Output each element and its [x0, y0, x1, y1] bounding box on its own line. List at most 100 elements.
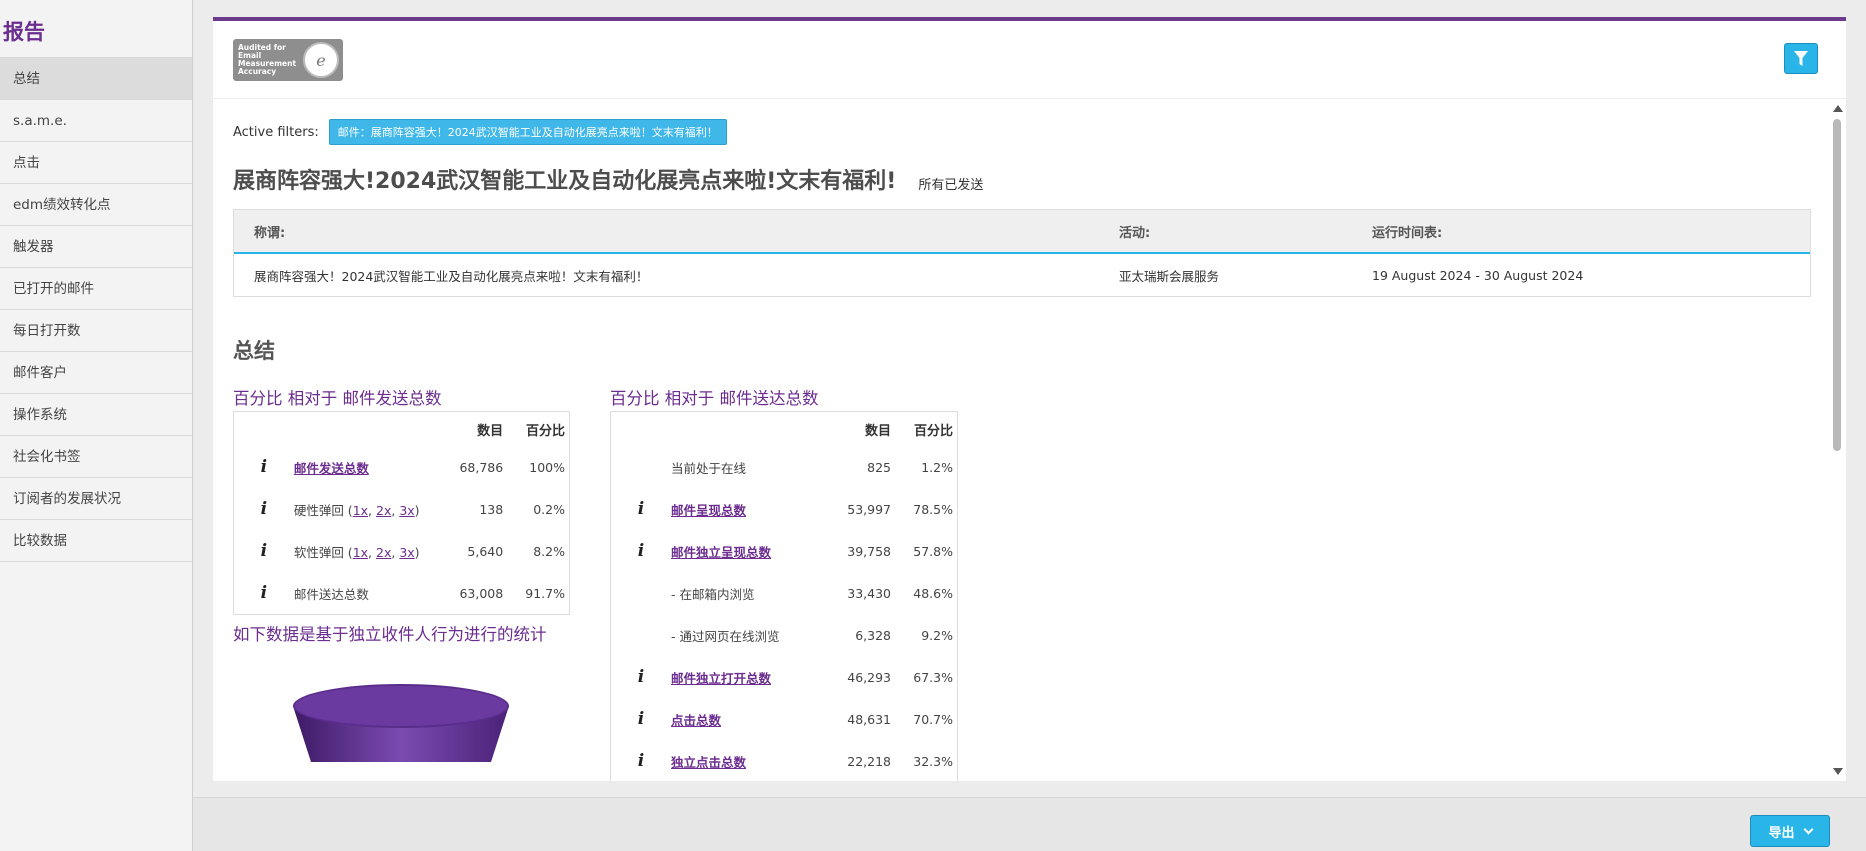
- sidebar-item[interactable]: edm绩效转化点: [0, 184, 192, 226]
- stats-count: 39,758: [847, 543, 891, 559]
- info-icon[interactable]: i: [234, 499, 294, 519]
- vertical-scrollbar[interactable]: [1832, 105, 1843, 781]
- stats-count: 63,008: [459, 585, 504, 601]
- delivered-stats: 百分比 相对于 邮件送达总数 数目 百分比 当前处于在线 825 1.2% i 邮件呈现总数…: [610, 385, 958, 781]
- filter-button[interactable]: [1784, 43, 1818, 74]
- scroll-thumb[interactable]: [1833, 119, 1841, 451]
- header-schedule: 运行时间表:: [1372, 225, 1443, 241]
- header-subject: 称谓:: [254, 225, 286, 241]
- stats-label-link[interactable]: 点击总数: [671, 713, 721, 728]
- campaign-info-table: 称谓: 活动: 运行时间表: 展商阵容强大！2024武汉智能工业及自动化展亮点来…: [233, 209, 1811, 297]
- bounce-multiplier-link[interactable]: 3x: [399, 545, 414, 560]
- sidebar-item[interactable]: 已打开的邮件: [0, 268, 192, 310]
- sidebar-nav: 总结 s.a.m.e. 点击 edm绩效转化点 触发器 已打开的邮件 每日打开数 邮件客户 操作…: [0, 58, 192, 562]
- stats-percent: 1.2%: [921, 459, 953, 475]
- stats-header-row: 数目 百分比: [234, 412, 569, 446]
- stats-percent: 0.2%: [533, 501, 565, 517]
- stats-label: - 通过网页在线浏览: [671, 628, 780, 644]
- stats-label: 软性弹回: [293, 544, 344, 560]
- delivered-stats-caption: 百分比 相对于 邮件送达总数: [610, 389, 819, 408]
- sidebar-item[interactable]: 点击: [0, 142, 192, 184]
- info-icon[interactable]: i: [611, 499, 671, 519]
- delivered-stats-table: 数目 百分比 当前处于在线 825 1.2% i 邮件呈现总数 53,997 78.5% i 邮件独…: [610, 411, 958, 781]
- stats-row: - 通过网页在线浏览 6,328 9.2%: [611, 614, 957, 656]
- stats-row: i 邮件呈现总数 53,997 78.5%: [611, 488, 957, 530]
- stats-row: i 邮件独立打开总数 46,293 67.3%: [611, 656, 957, 698]
- campaign-title-row: 展商阵容强大!2024武汉智能工业及自动化展亮点来啦!文末有福利! 所有已发送: [233, 163, 1811, 195]
- report-header: Audited for Email Measurement Accuracy e: [213, 21, 1846, 99]
- summary-stats: 百分比 相对于 邮件发送总数 数目 百分比 i 邮件发送总数 68,786 100% i 硬性…: [233, 385, 1811, 781]
- sidebar-title: 报告: [0, 0, 192, 58]
- info-icon[interactable]: i: [234, 457, 294, 477]
- bounce-multiplier-link[interactable]: 2x: [376, 503, 391, 518]
- stats-label-link[interactable]: 邮件发送总数: [294, 461, 369, 476]
- stats-percent: 9.2%: [921, 627, 953, 643]
- scroll-up-arrow-icon[interactable]: [1833, 105, 1843, 112]
- stats-percent: 67.3%: [913, 669, 953, 685]
- info-icon[interactable]: i: [611, 541, 671, 561]
- stats-label: - 在邮箱内浏览: [671, 586, 755, 602]
- stats-label-link[interactable]: 邮件呈现总数: [671, 503, 746, 518]
- header-percent: 百分比: [913, 423, 953, 439]
- stats-percent: 57.8%: [913, 543, 953, 559]
- stats-percent: 32.3%: [913, 753, 953, 769]
- sidebar-item[interactable]: 比较数据: [0, 520, 192, 562]
- stats-label-link[interactable]: 邮件独立呈现总数: [671, 545, 771, 560]
- filter-chip[interactable]: 邮件：展商阵容强大！2024武汉智能工业及自动化展亮点来啦！文末有福利！: [328, 119, 727, 145]
- info-icon[interactable]: i: [611, 709, 671, 729]
- info-icon[interactable]: i: [234, 583, 294, 603]
- stats-label: 邮件送达总数: [293, 586, 369, 602]
- sidebar-item[interactable]: 操作系统: [0, 394, 192, 436]
- sent-stats: 百分比 相对于 邮件发送总数 数目 百分比 i 邮件发送总数 68,786 100% i 硬性…: [233, 385, 570, 615]
- stats-row: - 在邮箱内浏览 33,430 48.6%: [611, 572, 957, 614]
- summary-title: 总结: [233, 339, 275, 363]
- campaign-status: 所有已发送: [918, 178, 984, 193]
- header-activity: 活动:: [1119, 225, 1151, 241]
- funnel-chart: [293, 684, 509, 762]
- stats-count: 138: [479, 501, 504, 517]
- report-content: Active filters: 邮件：展商阵容强大！2024武汉智能工业及自动化…: [233, 119, 1811, 781]
- stats-count: 6,328: [855, 627, 891, 643]
- stats-row: i 独立点击总数 22,218 32.3%: [611, 740, 957, 781]
- ema-logo: Audited for Email Measurement Accuracy e: [233, 39, 343, 81]
- stats-row: i 点击总数 48,631 70.7%: [611, 698, 957, 740]
- sidebar-item[interactable]: 订阅者的发展状况: [0, 478, 192, 520]
- sidebar-item[interactable]: 触发器: [0, 226, 192, 268]
- stats-row: i 邮件送达总数 63,008 91.7%: [234, 572, 569, 614]
- export-button[interactable]: 导出: [1750, 815, 1830, 847]
- scroll-down-arrow-icon[interactable]: [1833, 768, 1843, 775]
- stats-percent: 78.5%: [913, 501, 953, 517]
- header-count: 数目: [864, 423, 891, 439]
- footer-bar: 导出: [193, 797, 1866, 851]
- header-count: 数目: [477, 423, 504, 439]
- stats-row: i 邮件发送总数 68,786 100%: [234, 446, 569, 488]
- chevron-down-icon: [1803, 824, 1813, 834]
- bounce-multiplier-link[interactable]: 3x: [399, 503, 414, 518]
- stats-percent: 100%: [529, 459, 565, 475]
- stats-label: 硬性弹回: [293, 502, 344, 518]
- info-icon[interactable]: i: [611, 667, 671, 687]
- info-icon[interactable]: i: [611, 751, 671, 771]
- stats-count: 48,631: [847, 711, 891, 727]
- cell-schedule: 19 August 2024 - 30 August 2024: [1372, 267, 1584, 283]
- bounce-multiplier-link[interactable]: 1x: [353, 503, 368, 518]
- stats-label-link[interactable]: 邮件独立打开总数: [671, 671, 771, 686]
- bounce-multiplier-link[interactable]: 1x: [353, 545, 368, 560]
- stats-header-row: 数目 百分比: [611, 412, 957, 446]
- sidebar-item[interactable]: 邮件客户: [0, 352, 192, 394]
- stats-row: i 硬性弹回 (1x, 2x, 3x) 138 0.2%: [234, 488, 569, 530]
- sidebar-item[interactable]: 总结: [0, 58, 192, 100]
- info-icon[interactable]: i: [234, 541, 294, 561]
- sidebar-item[interactable]: s.a.m.e.: [0, 100, 192, 142]
- sidebar-item[interactable]: 每日打开数: [0, 310, 192, 352]
- sidebar-item[interactable]: 社会化书签: [0, 436, 192, 478]
- campaign-info-header: 称谓: 活动: 运行时间表:: [234, 210, 1810, 254]
- stats-count: 68,786: [459, 459, 504, 475]
- stats-label-link[interactable]: 独立点击总数: [671, 755, 746, 770]
- stats-percent: 91.7%: [525, 585, 565, 601]
- sidebar: 报告 总结 s.a.m.e. 点击 edm绩效转化点 触发器 已打开的邮件 每日打开数 邮件客…: [0, 0, 193, 851]
- cell-activity: 亚太瑞斯会展服务: [1119, 268, 1220, 284]
- bounce-multiplier-link[interactable]: 2x: [376, 545, 391, 560]
- stats-percent: 8.2%: [533, 543, 565, 559]
- stats-count: 5,640: [467, 543, 504, 559]
